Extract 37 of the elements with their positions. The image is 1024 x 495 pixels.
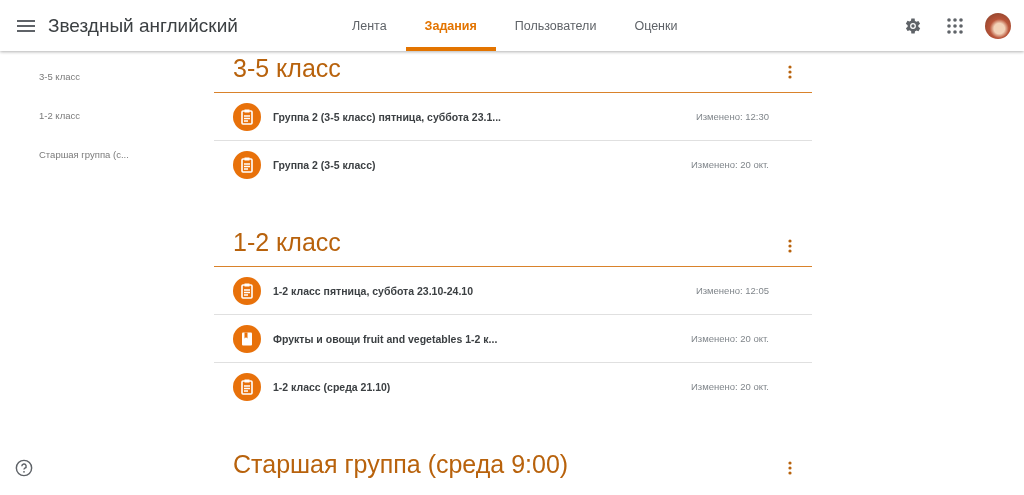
nav-tab[interactable]: Оценки	[615, 0, 697, 51]
assignment-row[interactable]: Группа 2 (3-5 класс) пятница, суббота 23.1... Изменено: 12:30	[214, 93, 812, 141]
topic-title: 1-2 класс	[233, 227, 341, 258]
assignment-title: 1-2 класс пятница, суббота 23.10-24.10	[273, 284, 473, 297]
assignment-title: Группа 2 (3-5 класс) пятница, суббота 23.1...	[273, 110, 501, 123]
assignment-icon	[233, 276, 261, 305]
modified-date: Изменено: 12:05	[695, 285, 769, 296]
apps-icon[interactable]	[947, 17, 963, 34]
topic-title: Старшая группа (среда 9:00)	[233, 449, 569, 480]
assignment-row[interactable]: Группа 2 (3-5 класс) Изменено: 20 окт.	[214, 141, 812, 188]
assignment-title: Фрукты и овощи fruit and vegetables 1-2 к...	[273, 332, 498, 345]
assignment-row[interactable]: 1-2 класс пятница, суббота 23.10-24.10 Изменено: 12:05	[214, 267, 812, 315]
assignment-row[interactable]: Фрукты и овощи fruit and vegetables 1-2 к... Изменено: 20 окт.	[214, 315, 812, 363]
modified-date: Изменено: 20 окт.	[690, 159, 769, 170]
assignment-icon	[233, 372, 261, 401]
book-icon	[233, 324, 261, 353]
topic-link[interactable]: 1-2 класс	[39, 109, 214, 122]
assignment-title: Группа 2 (3-5 класс)	[273, 158, 376, 171]
topic-link[interactable]: 3-5 класс	[39, 70, 214, 83]
topic-title: 3-5 класс	[233, 53, 341, 84]
assignment-row[interactable]: 1-2 класс (среда 21.10) Изменено: 20 окт.	[214, 363, 812, 410]
modified-date: Изменено: 12:30	[695, 111, 769, 122]
more-icon[interactable]	[788, 239, 792, 253]
more-icon[interactable]	[788, 461, 792, 475]
nav-tab[interactable]: Пользователи	[495, 0, 616, 51]
help-icon[interactable]	[15, 459, 33, 477]
menu-icon[interactable]	[17, 19, 35, 32]
nav-tab[interactable]: Лента	[333, 0, 406, 51]
assignment-icon	[233, 102, 261, 131]
class-title: Звездный английский	[48, 14, 238, 37]
avatar[interactable]	[985, 12, 1011, 39]
assignment-title: 1-2 класс (среда 21.10)	[273, 380, 391, 393]
more-icon[interactable]	[788, 65, 792, 79]
modified-date: Изменено: 20 окт.	[690, 333, 769, 344]
modified-date: Изменено: 20 окт.	[690, 381, 769, 392]
assignment-icon	[233, 150, 261, 179]
topic-link[interactable]: Старшая группа (с...	[39, 148, 214, 161]
